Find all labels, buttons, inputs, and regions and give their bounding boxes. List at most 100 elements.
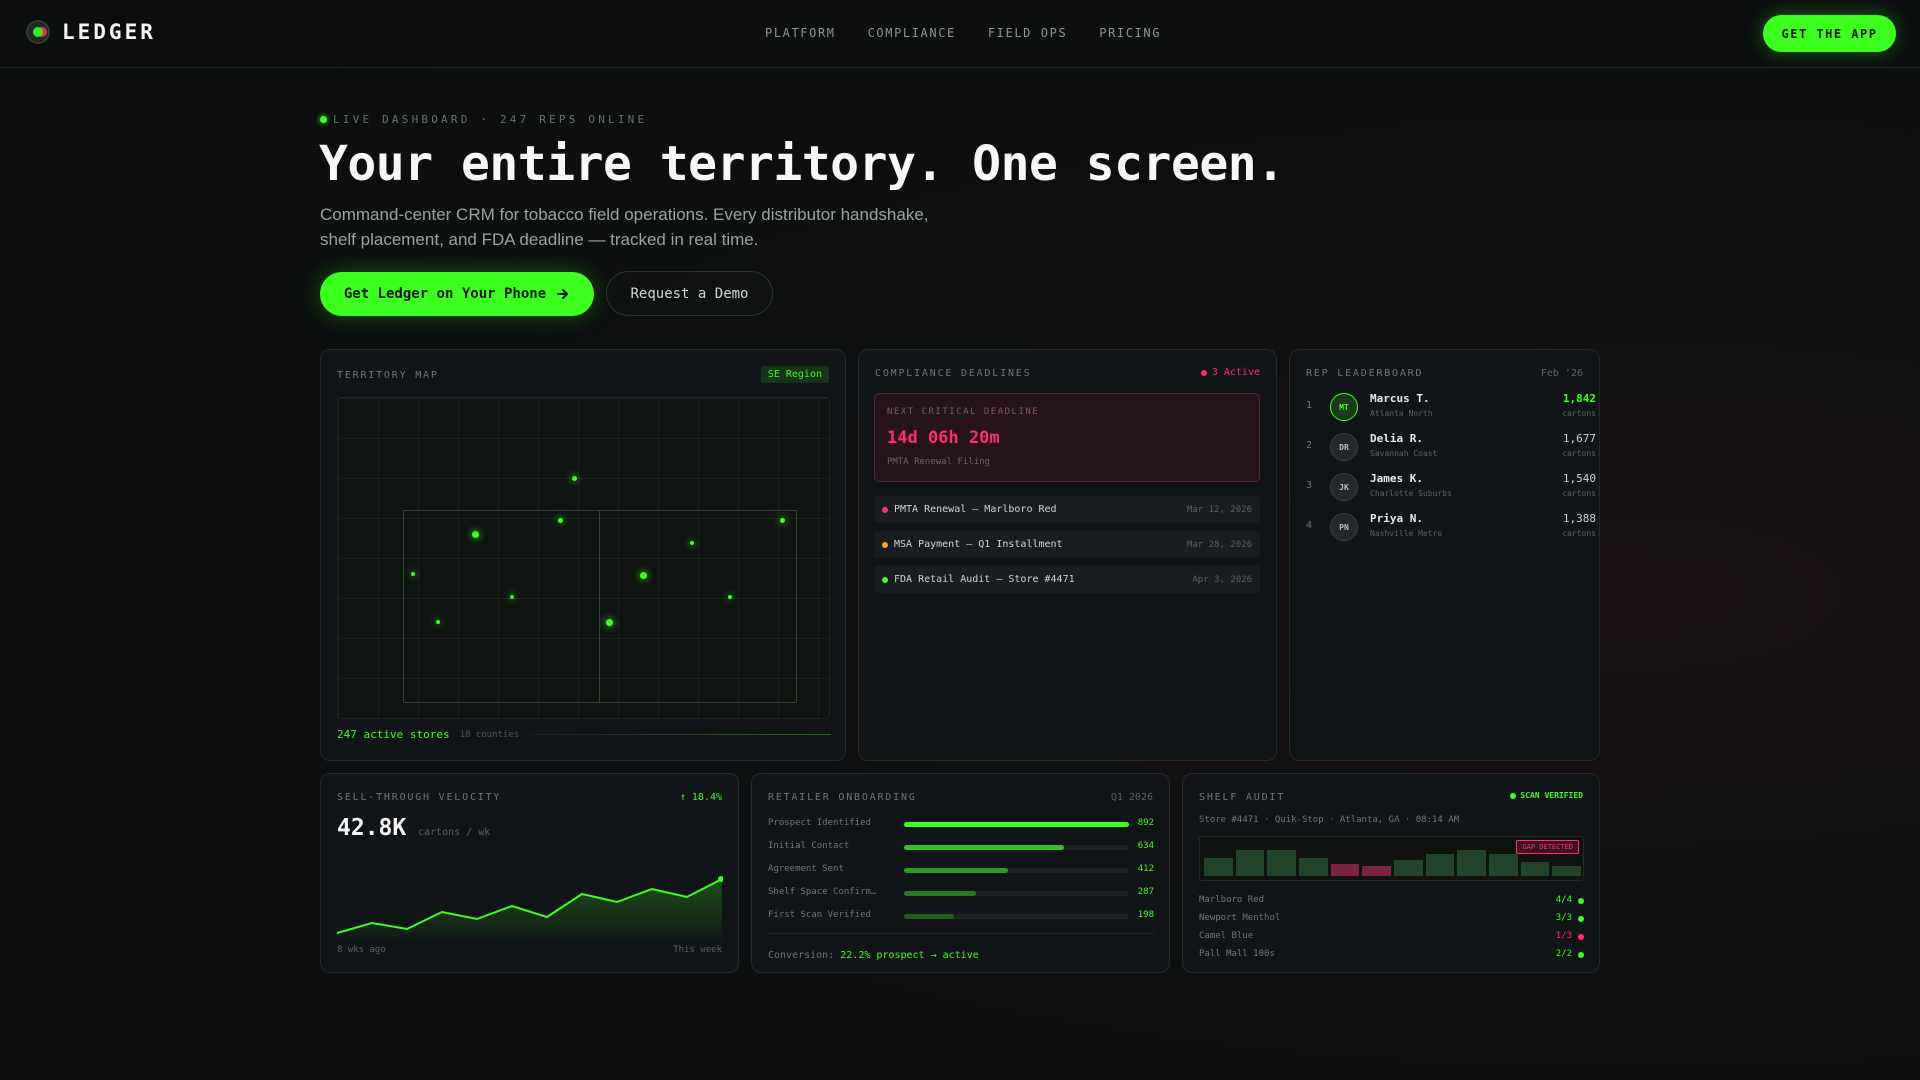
brand-name: LEDGER: [62, 20, 156, 44]
counties-count: 18 counties: [459, 729, 520, 740]
store-marker[interactable]: [411, 572, 415, 576]
shelf-scan[interactable]: GAP DETECTED: [1199, 836, 1584, 881]
deadline-row[interactable]: MSA Payment — Q1 Installment Mar 28, 202…: [874, 531, 1260, 558]
get-app-button[interactable]: GET THE APP: [1763, 15, 1896, 52]
store-marker[interactable]: [436, 620, 440, 624]
velocity-sparkline: [337, 876, 723, 944]
shelf-slot: [1489, 854, 1518, 876]
territory-map[interactable]: [337, 397, 830, 719]
stage-name: Prospect Identified: [768, 818, 871, 828]
shelf-slot: [1235, 850, 1265, 876]
get-ledger-button[interactable]: Get Ledger on Your Phone: [320, 272, 594, 316]
funnel-row[interactable]: Prospect Identified 892: [768, 818, 1154, 834]
sku-name: Pall Mall 100s: [1199, 949, 1275, 959]
rep-area: Nashville Metro: [1370, 529, 1443, 538]
store-marker[interactable]: [510, 595, 514, 599]
deadline-row[interactable]: PMTA Renewal — Marlboro Red Mar 12, 2026: [874, 496, 1260, 523]
stage-fill: [904, 845, 1064, 850]
stage-fill: [904, 868, 1008, 873]
store-marker[interactable]: [472, 531, 479, 538]
deadline-row[interactable]: FDA Retail Audit — Store #4471 Apr 3, 20…: [874, 566, 1260, 593]
status-dot-icon: [882, 506, 888, 513]
store-marker[interactable]: [780, 518, 785, 523]
nav-links: PLATFORM COMPLIANCE FIELD OPS PRICING: [765, 26, 1161, 40]
sku-count: 2/2: [1555, 949, 1572, 959]
store-marker[interactable]: [728, 595, 732, 599]
rank: 3: [1306, 480, 1313, 491]
rep-area: Charlotte Suburbs: [1370, 489, 1452, 498]
rep-area: Savannah Coast: [1370, 449, 1438, 458]
scan-verified-label: SCAN VERIFIED: [1520, 791, 1583, 800]
funnel-row[interactable]: Agreement Sent 412: [768, 864, 1154, 880]
stage-value: 198: [1137, 910, 1154, 920]
rank: 4: [1306, 520, 1313, 531]
arrow-right-icon: [557, 289, 569, 299]
funnel-divider: [768, 933, 1154, 934]
deadline-name: MSA Payment — Q1 Installment: [894, 539, 1063, 550]
store-info: Store #4471 · Quik-Stop · Atlanta, GA · …: [1199, 815, 1460, 825]
shelf-slot: [1394, 860, 1423, 876]
leaderboard-row[interactable]: 3 JK James K. Charlotte Suburbs 1,540 ca…: [1306, 469, 1596, 505]
shelf-slot-gap: [1362, 866, 1392, 876]
shelf-item[interactable]: Marlboro Red 4/4: [1199, 895, 1584, 909]
shelf-label: SHELF AUDIT: [1199, 792, 1286, 803]
sparkline-end: This week: [673, 945, 722, 955]
stage-fill: [904, 914, 954, 919]
critical-deadline-box[interactable]: NEXT CRITICAL DEADLINE 14d 06h 20m PMTA …: [874, 393, 1260, 482]
footer-line: [529, 734, 831, 735]
avatar: PN: [1330, 513, 1358, 541]
sku-name: Newport Menthol: [1199, 913, 1281, 923]
live-dot-icon: [320, 116, 327, 123]
nav-link-platform[interactable]: PLATFORM: [765, 26, 836, 40]
leaderboard-label: REP LEADERBOARD: [1306, 368, 1424, 379]
hero-subtitle: Command-center CRM for tobacco field ope…: [320, 205, 929, 249]
stage-name: Initial Contact: [768, 841, 850, 851]
live-indicator: LIVE DASHBOARD · 247 REPS ONLINE: [320, 113, 647, 126]
store-marker[interactable]: [640, 572, 647, 579]
shelf-item[interactable]: Camel Blue 1/3: [1199, 931, 1584, 945]
stage-value: 412: [1137, 864, 1154, 874]
get-ledger-label: Get Ledger on Your Phone: [343, 286, 547, 302]
store-marker[interactable]: [558, 518, 563, 523]
countdown: 14d 06h 20m: [887, 428, 1000, 448]
sku-count: 3/3: [1555, 913, 1572, 923]
status-dot-icon: [882, 541, 888, 548]
active-stores: 247 active stores: [337, 728, 450, 741]
rep-area: Atlanta North: [1370, 409, 1433, 418]
deadline-name: FDA Retail Audit — Store #4471: [894, 574, 1075, 585]
leaderboard-row[interactable]: 1 MT Marcus T. Atlanta North 1,842 carto…: [1306, 389, 1596, 425]
stage-bar: [904, 868, 1129, 873]
store-marker[interactable]: [606, 619, 613, 626]
rep-unit: cartons: [1562, 489, 1596, 498]
nav-link-pricing[interactable]: PRICING: [1099, 26, 1161, 40]
shelf-item[interactable]: Newport Menthol 3/3: [1199, 913, 1584, 927]
leaderboard-row[interactable]: 2 DR Delia R. Savannah Coast 1,677 carto…: [1306, 429, 1596, 465]
store-marker[interactable]: [690, 541, 694, 545]
conversion-value: 22.2% prospect → active: [840, 950, 979, 961]
region-badge[interactable]: SE Region: [760, 366, 829, 383]
stage-fill: [904, 822, 1129, 827]
nav-link-compliance[interactable]: COMPLIANCE: [868, 26, 956, 40]
store-marker[interactable]: [572, 476, 577, 481]
rep-value: 1,388: [1562, 512, 1596, 525]
rep-value: 1,540: [1562, 472, 1596, 485]
brand-logo[interactable]: LEDGER: [26, 20, 156, 44]
stage-name: Agreement Sent: [768, 864, 844, 874]
shelf-slot: [1457, 850, 1487, 876]
funnel-row[interactable]: Initial Contact 634: [768, 841, 1154, 857]
request-demo-button[interactable]: Request a Demo: [606, 271, 773, 316]
onboarding-label: RETAILER ONBOARDING: [768, 792, 917, 803]
funnel-row[interactable]: First Scan Verified 198: [768, 910, 1154, 926]
stage-value: 634: [1137, 841, 1154, 851]
sku-name: Camel Blue: [1199, 931, 1254, 941]
nav-link-field-ops[interactable]: FIELD OPS: [988, 26, 1067, 40]
shelf-audit-card: SHELF AUDIT SCAN VERIFIED Store #4471 · …: [1182, 773, 1600, 973]
velocity-label: SELL-THROUGH VELOCITY: [337, 792, 502, 803]
shelf-item[interactable]: Pall Mall 100s 2/2: [1199, 949, 1584, 963]
leaderboard-period: Feb '26: [1540, 368, 1583, 379]
funnel-row[interactable]: Shelf Space Confirm… 287: [768, 887, 1154, 903]
ok-dot-icon: [1578, 898, 1584, 904]
shelf-slot: [1299, 858, 1328, 876]
leaderboard-row[interactable]: 4 PN Priya N. Nashville Metro 1,388 cart…: [1306, 509, 1596, 545]
conversion-line: Conversion: 22.2% prospect → active: [768, 950, 979, 961]
